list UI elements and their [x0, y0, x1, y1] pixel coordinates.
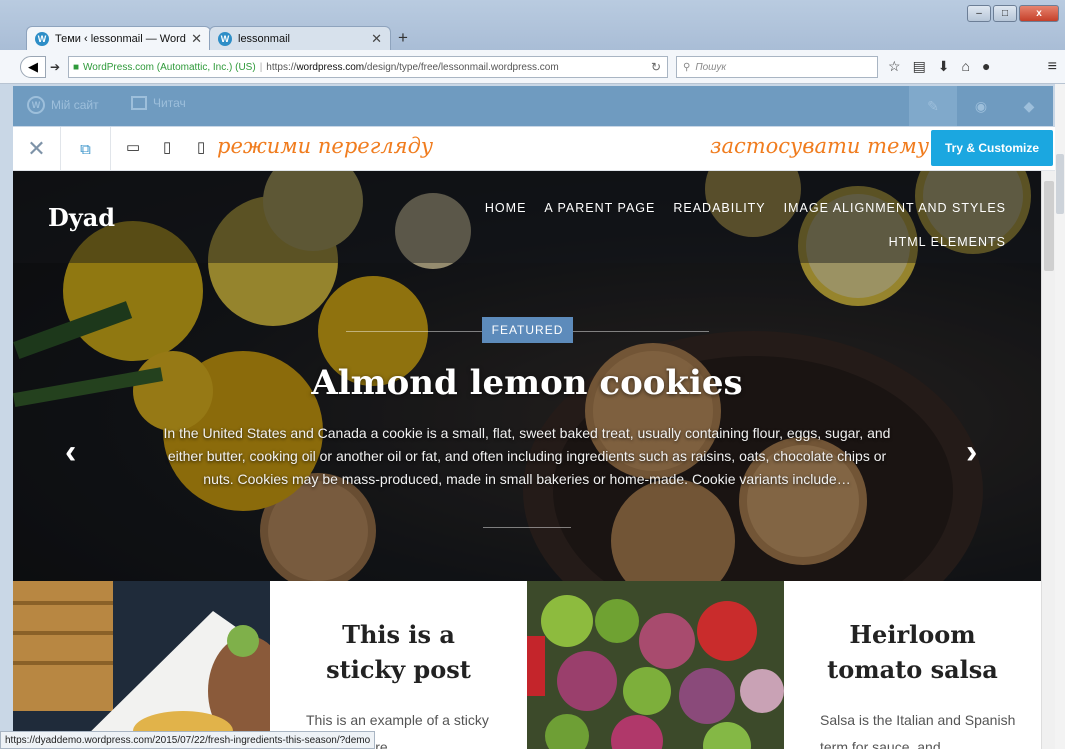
status-bar-url: https://dyaddemo.wordpress.com/2015/07/2… [0, 731, 376, 749]
browser-titlebar: W Теми ‹ lessonmail — Word… ✕ W lessonma… [0, 0, 1065, 50]
wp-admin-actions: ✎ ◉ ◆ [909, 86, 1053, 126]
site-title[interactable]: Dyad [48, 203, 115, 232]
scrollbar-thumb[interactable] [1044, 181, 1054, 271]
tab-title: Теми ‹ lessonmail — Word… [55, 32, 188, 45]
reader-label: Читач [153, 96, 186, 110]
new-tab-button[interactable]: + [398, 28, 408, 48]
back-button[interactable]: ◀ [20, 56, 46, 78]
address-bar[interactable]: ■ WordPress.com (Automattic, Inc.) (US) … [68, 56, 668, 78]
slider-next-arrow-icon[interactable]: › [966, 433, 977, 472]
url-text: https://wordpress.com/design/type/free/l… [266, 61, 559, 73]
tab-title: lessonmail [238, 32, 290, 45]
my-site-label: Мій сайт [51, 98, 99, 112]
reader-link[interactable]: Читач [131, 96, 186, 110]
slider-prev-arrow-icon[interactable]: ‹ [65, 433, 76, 472]
post-grid: This is a sticky post This is an example… [13, 581, 1041, 749]
tomatoes-image [527, 581, 784, 749]
hero-post-title[interactable]: Almond lemon cookies [13, 363, 1041, 403]
close-preview-button[interactable]: ✕ [13, 127, 61, 171]
theme-preview-bar: ✕ ⧉ ▭ ▯ ▯ режими перегляду застосувати т… [13, 127, 1055, 171]
menu-item-html-elements[interactable]: HTML ELEMENTS [889, 235, 1006, 249]
external-link-icon[interactable]: ⧉ [61, 127, 111, 171]
divider [346, 331, 482, 332]
search-input[interactable]: ⚲ Пошук [676, 56, 878, 78]
notifications-icon[interactable]: ◆ [1005, 86, 1053, 126]
lock-icon: ■ [73, 61, 80, 73]
hero-excerpt: In the United States and Canada a cookie… [163, 425, 891, 487]
toolbar-icons: ☆ ▤ ⬇ ⌂ ● [888, 58, 990, 75]
tablet-view-icon[interactable]: ▯ [163, 138, 171, 156]
url-separator: | [259, 61, 263, 73]
site-identity: WordPress.com (Automattic, Inc.) (US) [83, 61, 256, 73]
featured-badge: FEATURED [482, 317, 573, 343]
annotation-view-modes: режими перегляду [217, 134, 434, 158]
desktop-view-icon[interactable]: ▭ [126, 138, 140, 156]
page-scrollbar[interactable] [1055, 84, 1065, 749]
browser-navbar: ◀ ➔ ■ WordPress.com (Automattic, Inc.) (… [0, 50, 1065, 84]
search-icon: ⚲ [683, 61, 691, 73]
forward-button[interactable]: ➔ [45, 58, 65, 76]
tab-close-icon[interactable]: ✕ [371, 31, 382, 47]
menu-item-readability[interactable]: READABILITY [673, 201, 765, 215]
tab-themes[interactable]: W Теми ‹ lessonmail — Word… ✕ [26, 26, 211, 50]
post-card-salsa: Heirloom tomato salsa Salsa is the Itali… [784, 581, 1041, 749]
post-thumbnail[interactable] [13, 581, 270, 749]
home-icon[interactable]: ⌂ [962, 58, 970, 75]
divider [483, 527, 571, 528]
try-customize-button[interactable]: Try & Customize [931, 130, 1053, 166]
maximize-button[interactable]: □ [993, 5, 1017, 22]
hamburger-menu-icon[interactable]: ≡ [1048, 58, 1057, 76]
wordpress-icon: W [35, 31, 49, 46]
site-preview: Dyad HOME A PARENT PAGE READABILITY IMAGE A… [13, 171, 1041, 749]
menu-item-home[interactable]: HOME [485, 201, 527, 215]
scrollbar-thumb[interactable] [1056, 154, 1064, 214]
menu-item-parent-page[interactable]: A PARENT PAGE [544, 201, 655, 215]
salad-image [13, 581, 270, 749]
reader-icon [131, 96, 147, 110]
download-icon[interactable]: ⬇ [938, 58, 950, 75]
tab-lessonmail[interactable]: W lessonmail ✕ [209, 26, 391, 50]
search-placeholder: Пошук [695, 61, 727, 73]
reading-list-icon[interactable]: ▤ [913, 58, 926, 75]
hero-slider: Dyad HOME A PARENT PAGE READABILITY IMAGE A… [13, 171, 1041, 581]
phone-view-icon[interactable]: ▯ [197, 138, 205, 156]
site-menu: HOME A PARENT PAGE READABILITY IMAGE ALIGNM… [446, 191, 1006, 259]
post-title[interactable]: Heirloom tomato salsa [784, 617, 1041, 687]
chat-icon[interactable]: ● [982, 58, 990, 75]
preview-scrollbar[interactable] [1041, 171, 1055, 749]
close-window-button[interactable]: x [1019, 5, 1059, 22]
bookmark-star-icon[interactable]: ☆ [888, 58, 901, 75]
divider [573, 331, 709, 332]
post-thumbnail[interactable] [527, 581, 784, 749]
reload-icon[interactable]: ↻ [651, 60, 661, 74]
write-post-icon[interactable]: ✎ [909, 86, 957, 126]
wp-admin-bar: W Мій сайт Читач ✎ ◉ ◆ [13, 86, 1053, 126]
annotation-apply-theme: застосувати тему [710, 134, 930, 158]
post-excerpt: Salsa is the Italian and Spanish term fo… [820, 712, 1016, 749]
post-title[interactable]: This is a sticky post [270, 617, 527, 687]
wordpress-icon: W [218, 31, 232, 46]
profile-icon[interactable]: ◉ [957, 86, 1005, 126]
forward-arrow-icon: ➔ [49, 60, 61, 74]
menu-item-image-alignment[interactable]: IMAGE ALIGNMENT AND STYLES [784, 201, 1006, 215]
window-controls: – □ x [967, 5, 1059, 22]
tab-close-icon[interactable]: ✕ [191, 31, 202, 47]
wordpress-icon: W [27, 96, 45, 114]
my-site-link[interactable]: W Мій сайт [27, 96, 99, 114]
minimize-button[interactable]: – [967, 5, 991, 22]
back-arrow-icon: ◀ [28, 59, 38, 74]
post-card-sticky: This is a sticky post This is an example… [270, 581, 527, 749]
